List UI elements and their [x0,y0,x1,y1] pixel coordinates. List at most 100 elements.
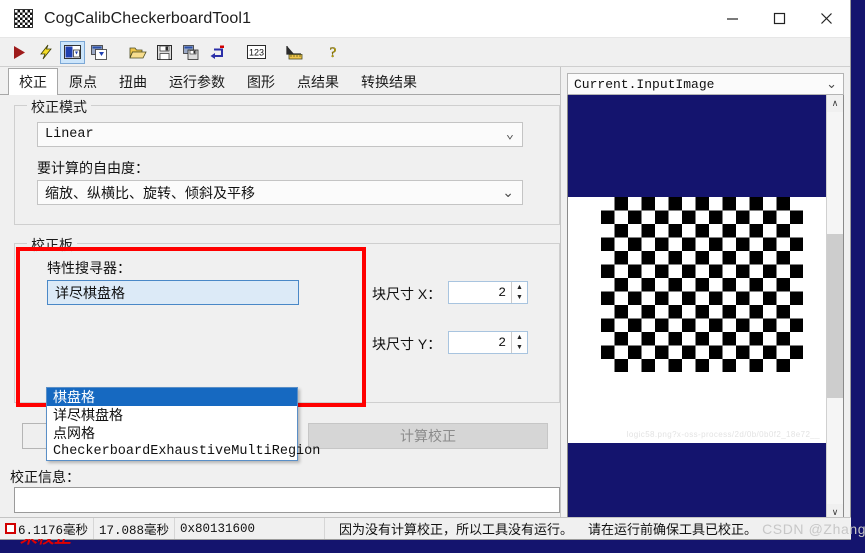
lightning-icon[interactable] [33,41,58,64]
tab-label: 校正 [19,74,47,90]
status-run-time: 6.1176毫秒 [18,524,89,538]
minimize-button[interactable] [709,0,756,37]
dropdown-option-label: CheckerboardExhaustiveMultiRegion [53,443,321,459]
feature-finder-combo[interactable]: 详尽棋盘格 [47,280,299,305]
tile-size-x-value[interactable]: 2 [449,282,511,303]
tile-size-y-label: 块尺寸 Y： [372,336,442,352]
tab-distortion[interactable]: 扭曲 [108,68,158,94]
status-hint: 请在运行前确保工具已校正。 [588,522,758,537]
tile-size-y-spin-buttons[interactable]: ▲ ▼ [511,332,527,353]
dropdown-option-label: 详尽棋盘格 [53,407,123,423]
chevron-down-icon: ⌄ [502,184,514,200]
feature-finder-dropdown[interactable]: 棋盘格 详尽棋盘格 点网格 CheckerboardExhaustiveMult… [46,387,320,461]
spin-up-icon[interactable]: ▲ [512,282,527,293]
window-body: 校正 原点 扭曲 运行参数 图形 点结果 转换结果 校正模式 Linear ⌄ [0,67,850,547]
calibration-info-box[interactable] [14,487,560,513]
tool-window: CogCalibCheckerboardTool1 123 ? 校正 原点 扭曲… [0,0,865,547]
svg-text:123: 123 [249,48,264,58]
dof-combo[interactable]: 缩放、纵横比、旋转、倾斜及平移 ⌄ [37,180,523,205]
dof-value: 缩放、纵横比、旋转、倾斜及平移 [45,184,255,201]
import-arrow-icon[interactable] [206,41,231,64]
numeric-123-icon[interactable]: 123 [244,41,269,64]
status-error-code: 0x80131600 [180,521,256,536]
window-display-icon[interactable] [60,40,85,64]
vertical-scroll-track[interactable] [827,112,843,504]
help-icon[interactable]: ? [320,41,345,64]
image-source-value: Current.InputImage [574,76,715,92]
toolbar: 123 ? [0,38,850,67]
tab-calibration[interactable]: 校正 [8,68,58,95]
status-message: 因为没有计算校正，所以工具没有运行。 [339,522,574,537]
tile-size-y-value[interactable]: 2 [449,332,511,353]
tile-size-x-spin-buttons[interactable]: ▲ ▼ [511,282,527,303]
spin-up-icon[interactable]: ▲ [512,332,527,343]
image-bottom-band [568,443,826,521]
dof-label: 要计算的自由度： [37,160,149,176]
tile-size-x-stepper[interactable]: 2 ▲ ▼ [448,281,528,304]
title-bar: CogCalibCheckerboardTool1 [0,0,850,38]
image-top-band [568,95,826,197]
calibration-plate-group: 校正板 特性搜寻器： 详尽棋盘格 块尺寸 X： 2 ▲ ▼ 块尺寸 Y： 2 ▲… [14,235,560,403]
tab-origin[interactable]: 原点 [58,68,108,94]
calibration-mode-value: Linear [45,127,94,142]
close-button[interactable] [803,0,850,37]
calibration-mode-group: 校正模式 Linear ⌄ 要计算的自由度： 缩放、纵横比、旋转、倾斜及平移 ⌄ [14,97,560,225]
stop-icon [5,523,16,534]
feature-finder-value: 详尽棋盘格 [55,284,125,301]
tab-label: 图形 [247,73,275,90]
open-folder-icon[interactable] [125,41,150,64]
window-copy-icon[interactable] [87,41,112,64]
tab-label: 扭曲 [119,73,147,90]
screen: CogCalibCheckerboardTool1 123 ? 校正 原点 扭曲… [0,0,865,553]
calibration-info-label: 校正信息： [10,469,80,485]
chevron-down-icon: ⌄ [826,76,837,91]
status-bar: 6.1176毫秒 17.088毫秒 0x80131600 因为没有计算校正，所以… [0,517,865,539]
dropdown-option-checkerboard[interactable]: 棋盘格 [47,388,297,406]
image-source-combo[interactable]: Current.InputImage ⌄ [567,73,844,95]
spin-down-icon[interactable]: ▼ [512,293,527,304]
compute-button-label: 计算校正 [400,428,456,444]
status-cell-hint: 请在运行前确保工具已校正。 [578,518,762,539]
chevron-down-icon: ⌄ [505,128,514,143]
scroll-up-icon[interactable]: ∧ [827,95,843,112]
run-icon[interactable] [6,41,31,64]
save-floppy-icon[interactable] [152,41,177,64]
checkerboard-pattern [601,197,803,372]
tab-point-results[interactable]: 点结果 [286,68,350,94]
image-vertical-scrollbar[interactable]: ∧ ∨ [826,95,843,521]
left-pane: 校正 原点 扭曲 运行参数 图形 点结果 转换结果 校正模式 Linear ⌄ [0,67,560,547]
vertical-scroll-thumb[interactable] [827,233,843,399]
svg-text:?: ? [329,45,336,60]
status-total-time: 17.088毫秒 [99,524,170,538]
tab-label: 原点 [69,73,97,90]
dropdown-option-dot-grid[interactable]: 点网格 [47,424,297,442]
image-pane: Current.InputImage ⌄ logic58.png?x-oss-p… [560,67,850,539]
save-as-icon[interactable] [179,41,204,64]
window-title: CogCalibCheckerboardTool1 [44,9,252,27]
image-canvas[interactable]: logic58.png?x-oss-process/2d/0b/0b0f2_18… [568,95,826,521]
tab-label: 运行参数 [169,73,225,90]
tab-graphics[interactable]: 图形 [236,68,286,94]
maximize-button[interactable] [756,0,803,37]
calibration-mode-group-title: 校正模式 [27,97,91,117]
tab-label: 点结果 [297,73,339,90]
dropdown-option-multiregion[interactable]: CheckerboardExhaustiveMultiRegion [47,442,320,460]
status-cell-total-time: 17.088毫秒 [94,518,176,539]
spin-down-icon[interactable]: ▼ [512,343,527,354]
image-viewport[interactable]: logic58.png?x-oss-process/2d/0b/0b0f2_18… [567,95,844,522]
tab-strip: 校正 原点 扭曲 运行参数 图形 点结果 转换结果 [0,67,560,95]
tab-run-params[interactable]: 运行参数 [158,68,236,94]
desktop-background [851,0,865,553]
status-cell-run-time: 6.1176毫秒 [0,518,95,539]
dropdown-option-checkerboard-exhaustive[interactable]: 详尽棋盘格 [47,406,297,424]
status-cell-message: 因为没有计算校正，所以工具没有运行。 [325,518,578,539]
csdn-watermark: CSDN @Zhangcij. [762,520,865,537]
checkerboard-icon [14,9,33,28]
ruler-icon[interactable] [282,41,307,64]
tile-size-y-stepper[interactable]: 2 ▲ ▼ [448,331,528,354]
tab-transform-results[interactable]: 转换结果 [350,68,428,94]
dropdown-option-label: 点网格 [53,425,95,441]
compute-calibration-button[interactable]: 计算校正 [308,423,548,449]
calibration-mode-combo[interactable]: Linear ⌄ [37,122,523,147]
calibration-panel: 校正模式 Linear ⌄ 要计算的自由度： 缩放、纵横比、旋转、倾斜及平移 ⌄ [0,95,560,547]
